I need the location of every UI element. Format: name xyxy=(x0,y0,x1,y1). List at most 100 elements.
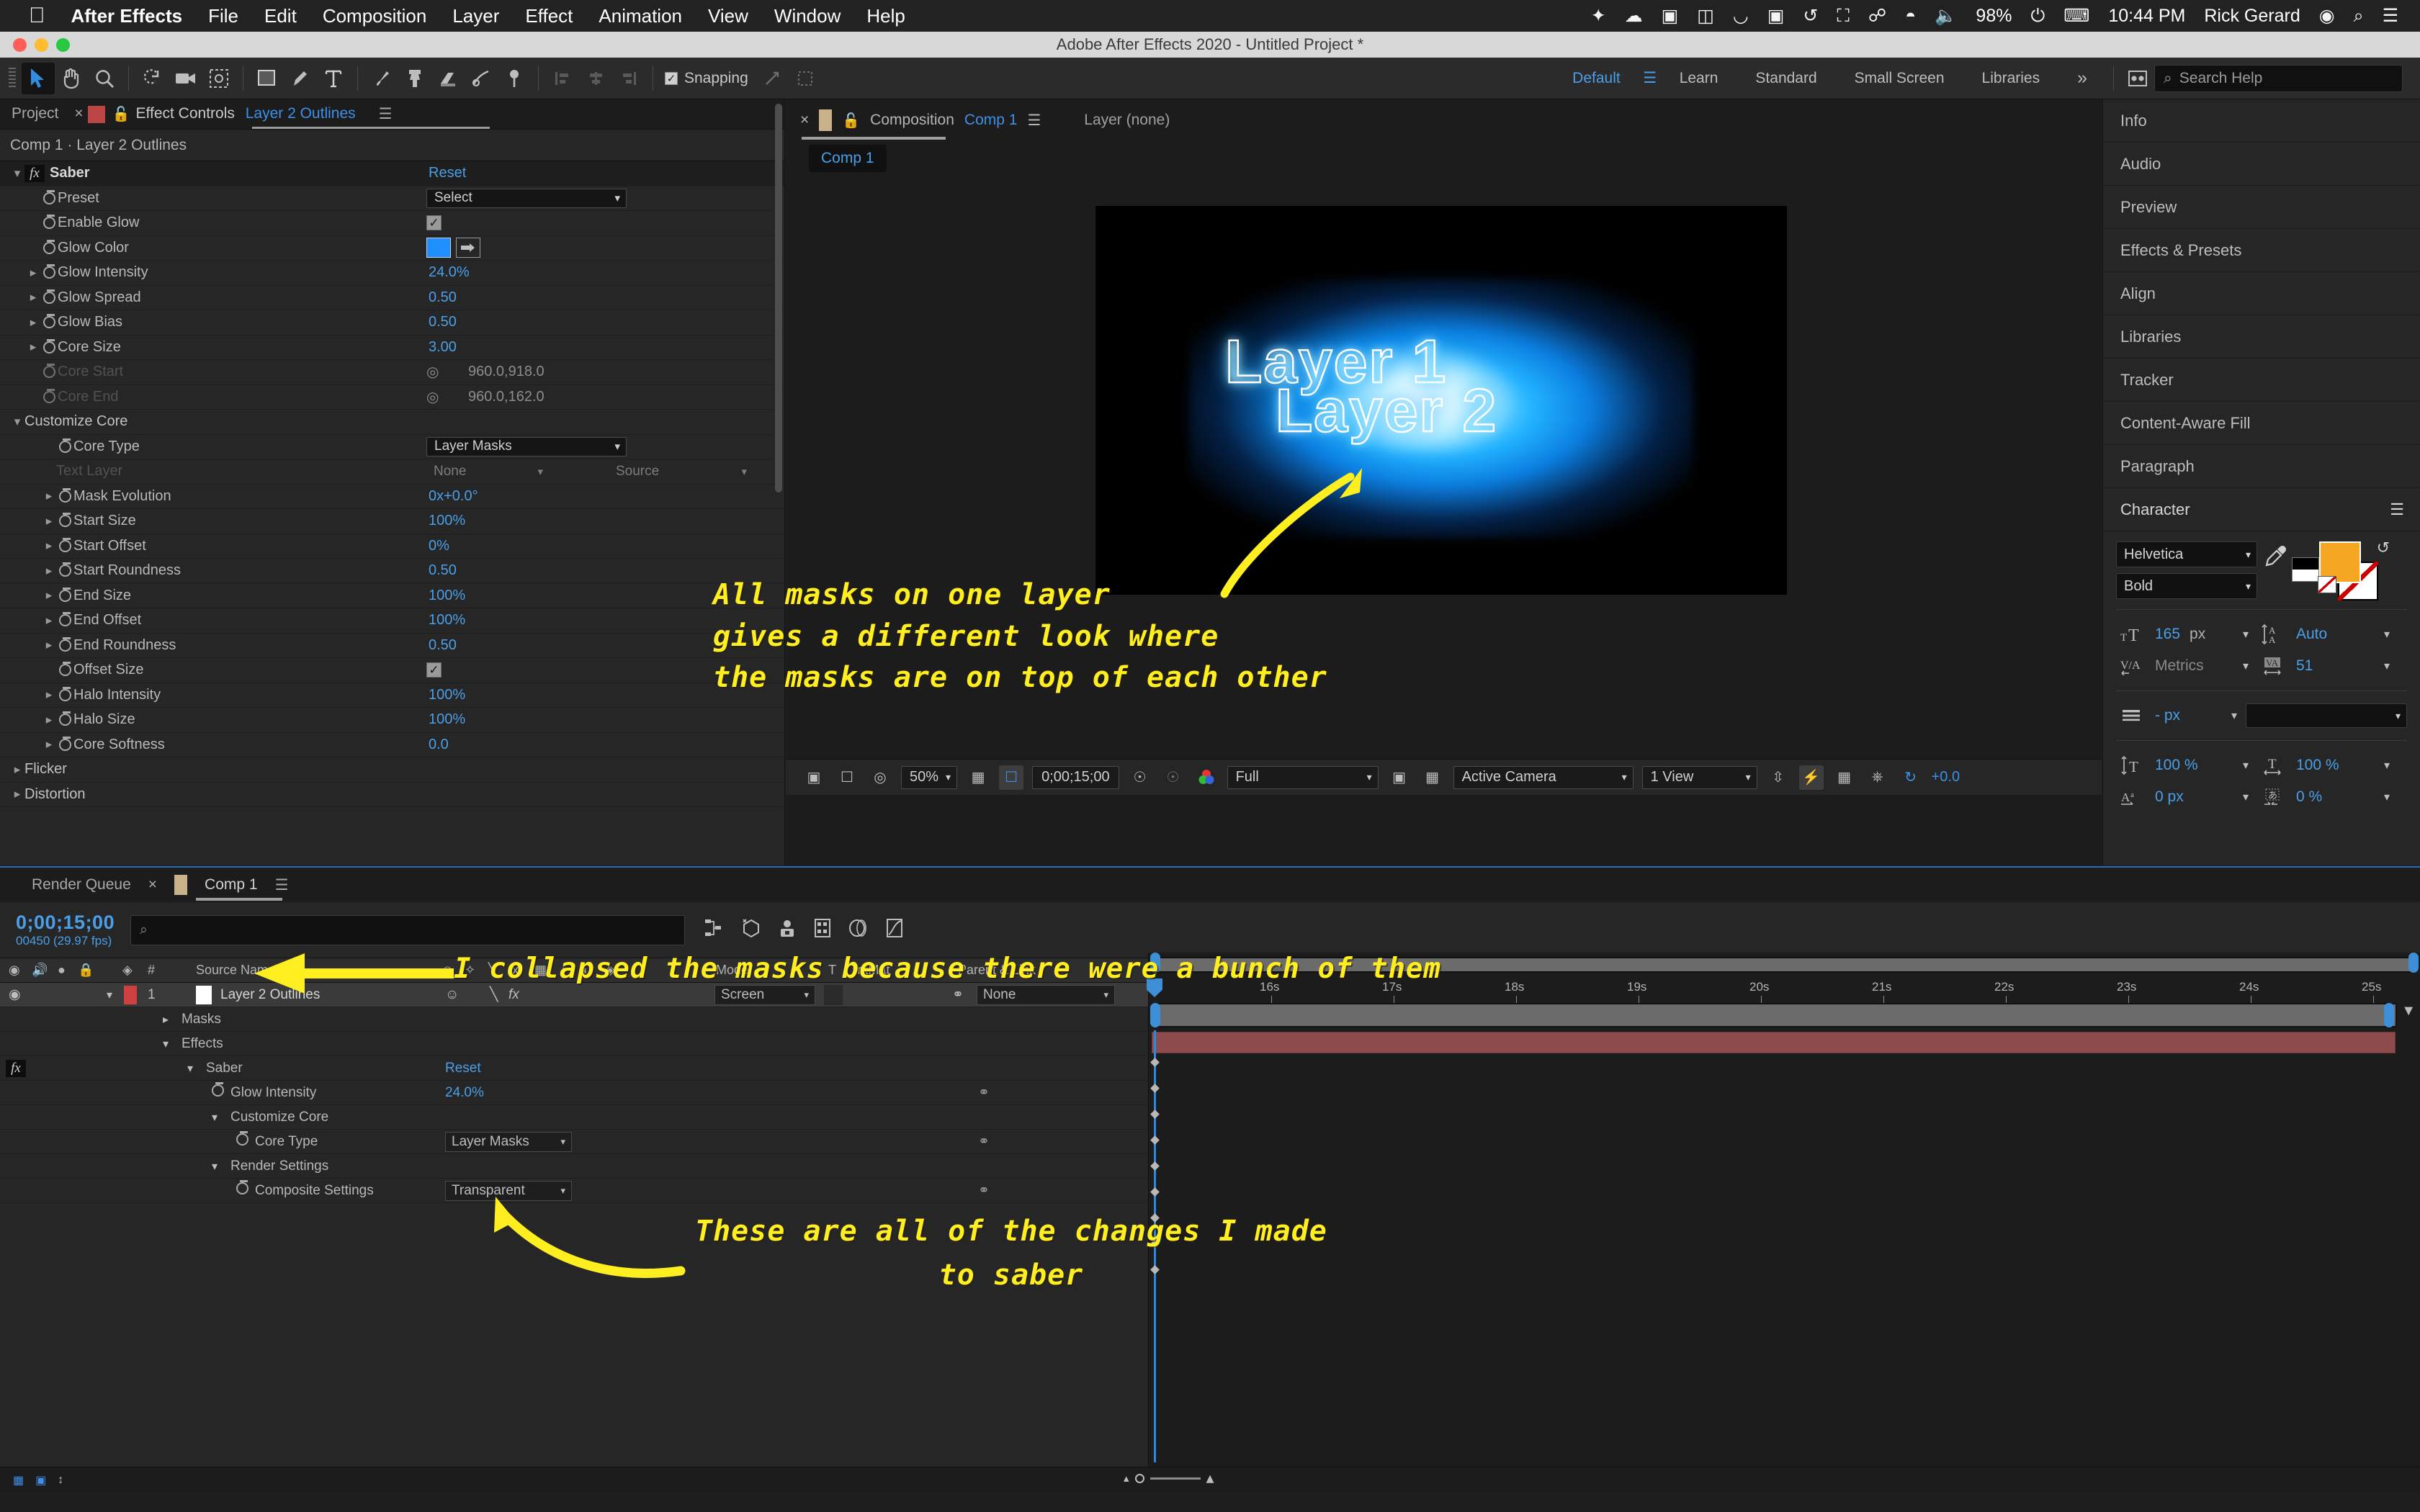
snapshot-icon[interactable]: ☉ xyxy=(1128,765,1152,790)
timeline-property-row[interactable]: Core Type Layer Masks ▾ ⚭ xyxy=(0,1130,1148,1154)
stopwatch-icon[interactable] xyxy=(40,264,58,279)
timeline-property-row[interactable]: ▾ Render Settings xyxy=(0,1154,1148,1179)
camera-select[interactable]: Active Camera ▾ xyxy=(1453,765,1634,789)
effect-control-value[interactable]: 960.0,162.0 xyxy=(468,389,544,405)
clone-stamp-tool-icon[interactable] xyxy=(398,63,431,94)
panel-libraries[interactable]: Libraries xyxy=(2103,315,2420,359)
effect-control-value[interactable]: 0.50 xyxy=(429,289,457,306)
mask-overlay-icon[interactable]: ▦ xyxy=(1420,765,1445,790)
parent-pickwhip-icon[interactable]: ⚭ xyxy=(952,986,964,1003)
effect-control-checkbox[interactable]: ✓ xyxy=(426,215,442,231)
kerning-field[interactable]: V/A Metrics ▾ xyxy=(2116,654,2257,678)
menu-layer[interactable]: Layer xyxy=(452,5,499,27)
menu-composition[interactable]: Composition xyxy=(323,5,427,27)
brush-tool-icon[interactable] xyxy=(365,63,398,94)
menu-effect[interactable]: Effect xyxy=(525,5,573,27)
chevron-down-icon[interactable]: ▾ xyxy=(2243,627,2249,642)
effect-control-value[interactable]: 100% xyxy=(429,612,465,629)
user-name[interactable]: Rick Gerard xyxy=(2204,6,2300,27)
panel-tracker[interactable]: Tracker xyxy=(2103,359,2420,402)
align-center-icon[interactable] xyxy=(579,63,612,94)
stopwatch-icon[interactable] xyxy=(56,662,73,677)
chevron-down-icon[interactable]: ▾ xyxy=(212,1159,218,1174)
stopwatch-icon[interactable] xyxy=(40,388,58,403)
composition-viewer[interactable]: Layer 1 Layer 2 xyxy=(1095,206,1787,595)
chevron-right-icon[interactable]: ▸ xyxy=(42,638,56,652)
snapping-checkbox[interactable]: ✓ xyxy=(665,71,678,85)
effect-control-row[interactable]: Preset Select ▾ xyxy=(0,186,784,211)
effect-controls-panel-menu-icon[interactable]: ☰ xyxy=(367,99,404,129)
type-tool-icon[interactable] xyxy=(317,63,350,94)
workspace-menu-icon[interactable]: ☰ xyxy=(1639,63,1661,94)
menu-view[interactable]: View xyxy=(708,5,748,27)
timeline-property-row[interactable]: Glow Intensity 24.0% ⚭ xyxy=(0,1081,1148,1105)
align-left-icon[interactable] xyxy=(546,63,579,94)
glow-color-swatch[interactable] xyxy=(426,238,451,258)
rotation-tool-icon[interactable] xyxy=(136,63,169,94)
timeline-search-field[interactable]: ⌕ xyxy=(130,914,686,945)
layer-source-name[interactable]: Layer 2 Outlines xyxy=(220,987,320,1003)
effect-control-row[interactable]: ▸ End Size 100% xyxy=(0,584,784,608)
chevron-right-icon[interactable]: ▸ xyxy=(26,266,40,280)
snapping-options-icon[interactable] xyxy=(789,63,822,94)
effect-control-row[interactable]: ▸ End Roundness 0.50 xyxy=(0,634,784,658)
time-navigator-bar[interactable] xyxy=(1155,1003,2397,1027)
effect-control-checkbox[interactable]: ✓ xyxy=(426,662,442,678)
effect-control-value[interactable]: 100% xyxy=(429,513,465,529)
panel-content-aware-fill[interactable]: Content-Aware Fill xyxy=(2103,402,2420,445)
exposure-value[interactable]: +0.0 xyxy=(1932,769,1960,786)
chevron-down-icon[interactable]: ▾ xyxy=(2231,708,2237,723)
effect-control-row[interactable]: Core End ◎ 960.0,162.0 xyxy=(0,385,784,410)
hand-tool-icon[interactable] xyxy=(55,63,88,94)
stopwatch-icon[interactable] xyxy=(40,338,58,354)
motion-blur-toggle[interactable] xyxy=(556,985,575,1004)
solo-icon[interactable]: ● xyxy=(58,963,66,978)
stopwatch-icon[interactable] xyxy=(56,736,73,751)
timeline-property-value[interactable]: 24.0% xyxy=(445,1085,484,1101)
chevron-right-icon[interactable]: ▸ xyxy=(42,539,56,553)
chevron-right-icon[interactable]: ▸ xyxy=(42,688,56,702)
stopwatch-icon[interactable] xyxy=(236,1131,248,1150)
draft-3d-icon[interactable] xyxy=(741,917,761,942)
panel-menu-icon[interactable]: ☰ xyxy=(2390,500,2404,519)
timeline-layer-row[interactable]: ◉ ▾ 1 Layer 2 Outlines ☺ ╲ fx Screen ▾ ⚭ None ▾ xyxy=(0,983,1148,1007)
panel-effects-presets[interactable]: Effects & Presets xyxy=(2103,229,2420,272)
bluetooth-icon[interactable]: ☍ xyxy=(1868,5,1886,27)
effect-control-value[interactable]: 24.0% xyxy=(429,264,470,281)
zoom-slider-track[interactable] xyxy=(1150,1477,1201,1480)
timeline-icon[interactable]: ▦ xyxy=(1832,765,1857,790)
no-fill-icon[interactable] xyxy=(2318,576,2336,593)
expression-link-icon[interactable]: ⚭ xyxy=(978,1084,990,1101)
chevron-down-icon[interactable]: ▾ xyxy=(10,166,24,181)
property-marker[interactable] xyxy=(1150,1110,1160,1119)
effect-reset-button[interactable]: Reset xyxy=(429,165,466,181)
stopwatch-icon[interactable] xyxy=(56,487,73,503)
pan-behind-tool-icon[interactable] xyxy=(202,63,236,94)
show-snapshot-icon[interactable]: ☉ xyxy=(1161,765,1186,790)
menu-edit[interactable]: Edit xyxy=(264,5,297,27)
chevron-down-icon[interactable]: ▾ xyxy=(2243,790,2249,804)
effect-control-value[interactable]: 3.00 xyxy=(429,339,457,356)
layer-label-color[interactable] xyxy=(124,985,137,1004)
battery-gauge-icon[interactable]: ◫ xyxy=(1697,5,1714,27)
toolbar-grip[interactable] xyxy=(9,67,16,89)
panel-info[interactable]: Info xyxy=(2103,99,2420,143)
reset-exposure-icon[interactable]: ↻ xyxy=(1899,765,1923,790)
time-navigator-start-handle[interactable] xyxy=(1150,1003,1160,1027)
motion-blur-icon[interactable] xyxy=(848,917,869,942)
transparency-grid-icon[interactable]: ▣ xyxy=(1387,765,1412,790)
eyedropper-icon[interactable] xyxy=(456,238,480,258)
effect-control-row[interactable]: Core Start ◎ 960.0,918.0 xyxy=(0,360,784,385)
pixel-aspect-icon[interactable]: ⇳ xyxy=(1766,765,1791,790)
property-marker[interactable] xyxy=(1150,1084,1160,1093)
chevron-right-icon[interactable]: ▸ xyxy=(42,588,56,603)
effect-control-select[interactable]: Layer Masks ▾ xyxy=(426,436,627,456)
chevron-down-icon[interactable]: ▾ xyxy=(163,1037,169,1051)
stopwatch-icon[interactable] xyxy=(56,562,73,577)
fast-previews-icon[interactable]: ⚡ xyxy=(1798,765,1824,790)
property-marker[interactable] xyxy=(1150,1187,1160,1197)
workspace-standard[interactable]: Standard xyxy=(1736,70,1835,87)
frame-blend-toggle[interactable] xyxy=(533,985,552,1004)
chevron-right-icon[interactable]: ▸ xyxy=(26,315,40,330)
comp-flowchart-icon[interactable]: ⎈ xyxy=(1865,765,1890,790)
